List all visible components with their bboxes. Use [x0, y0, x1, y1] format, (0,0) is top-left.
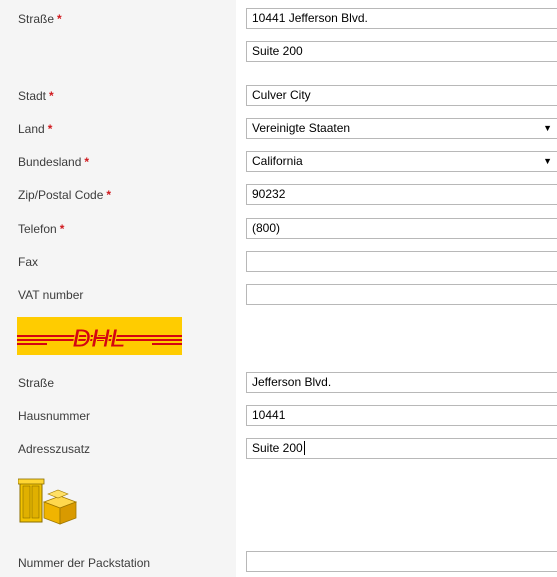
phone-input[interactable]: (800) — [246, 218, 557, 239]
street-label: Straße * — [18, 12, 62, 26]
house-number-input[interactable]: 10441 — [246, 405, 557, 426]
address-extra-label: Adresszusatz — [18, 442, 91, 456]
required-marker: * — [59, 222, 65, 236]
vat-label: VAT number — [18, 288, 84, 302]
house-number-label: Hausnummer — [18, 409, 91, 423]
country-label: Land * — [18, 122, 53, 136]
address-extra-input[interactable]: Suite 200 — [246, 438, 557, 459]
street-line2-input[interactable]: Suite 200 — [246, 41, 557, 62]
state-select[interactable]: California ▼ — [246, 151, 557, 172]
fax-input[interactable] — [246, 251, 557, 272]
packstation-label: Nummer der Packstation — [18, 556, 151, 570]
dhl-logo: DHL — [17, 317, 182, 355]
required-marker: * — [106, 188, 112, 202]
chevron-down-icon: ▼ — [543, 123, 552, 133]
vat-input[interactable] — [246, 284, 557, 305]
state-label: Bundesland * — [18, 155, 90, 169]
zip-input[interactable]: 90232 — [246, 184, 557, 205]
state-selected-value: California — [252, 154, 303, 168]
country-selected-value: Vereinigte Staaten — [252, 121, 351, 135]
dhl-logo-graphic: DHL — [17, 317, 182, 355]
chevron-down-icon: ▼ — [543, 156, 552, 166]
address-form: Straße * 10441 Jefferson Blvd. Suite 200 … — [0, 0, 557, 577]
required-marker: * — [84, 155, 90, 169]
zip-label: Zip/Postal Code * — [18, 188, 112, 202]
phone-label: Telefon * — [18, 222, 65, 236]
required-marker: * — [57, 12, 62, 26]
address-extra-value: Suite 200 — [252, 441, 303, 455]
required-marker: * — [47, 122, 53, 136]
required-marker: * — [49, 89, 54, 103]
packstation-input[interactable] — [246, 551, 557, 572]
packstation-icon — [17, 478, 78, 528]
dhl-street-input[interactable]: Jefferson Blvd. — [246, 372, 557, 393]
street-input[interactable]: 10441 Jefferson Blvd. — [246, 8, 557, 29]
city-label: Stadt * — [18, 89, 54, 103]
country-select[interactable]: Vereinigte Staaten ▼ — [246, 118, 557, 139]
dhl-logo-text: DHL — [72, 323, 125, 353]
text-cursor — [303, 441, 305, 455]
fax-label: Fax — [18, 255, 39, 269]
dhl-street-label: Straße — [18, 376, 55, 390]
city-input[interactable]: Culver City — [246, 85, 557, 106]
